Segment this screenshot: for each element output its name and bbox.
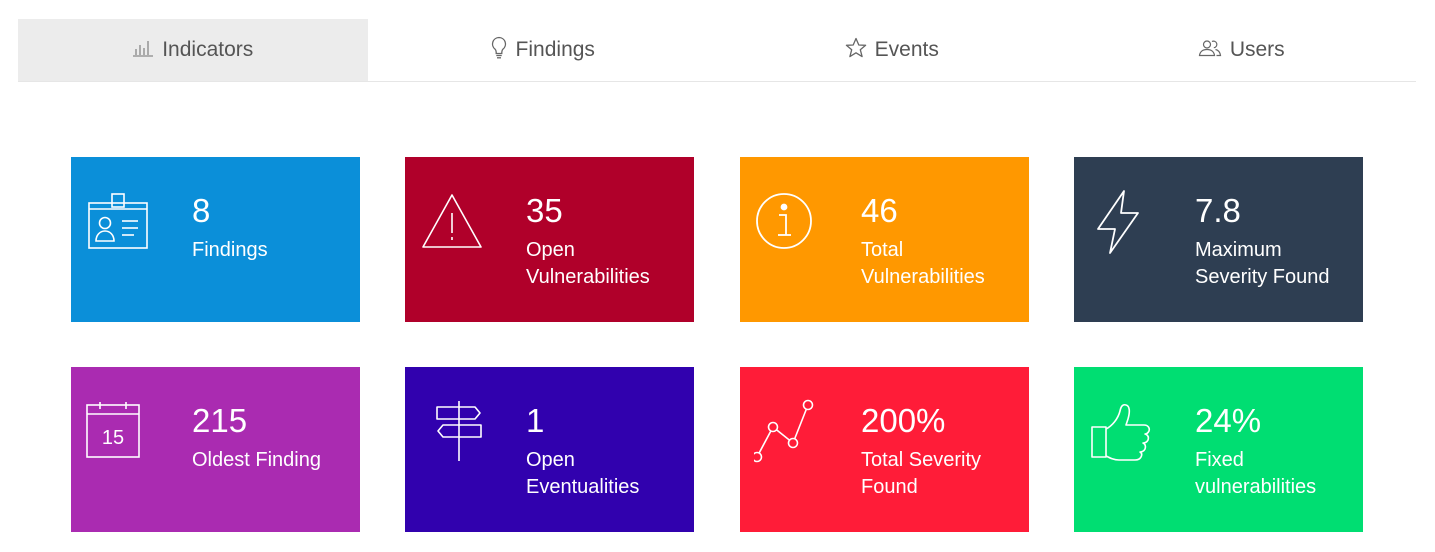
info-circle-icon [754, 189, 820, 255]
oldest-finding-card[interactable]: 15 215 Oldest Finding [71, 367, 360, 532]
total-severity-card[interactable]: 200% Total Severity Found [740, 367, 1029, 532]
oldest-finding-value: 215 [192, 402, 248, 439]
lightning-bolt-icon [1088, 189, 1154, 255]
tab-findings[interactable]: Findings [368, 19, 718, 81]
total-severity-value: 200% [861, 402, 946, 439]
maximum-severity-card[interactable]: 7.8 Maximum Severity Found [1074, 157, 1363, 322]
tab-findings-label: Findings [515, 38, 595, 61]
thumbs-up-icon [1088, 399, 1154, 465]
tab-indicators[interactable]: Indicators [18, 19, 368, 81]
total-vulnerabilities-value: 46 [861, 192, 898, 229]
open-eventualities-value: 1 [526, 402, 545, 439]
tab-users[interactable]: Users [1067, 19, 1417, 81]
bar-chart-icon [132, 39, 154, 57]
tab-bar: Indicators Findings Events Users [18, 19, 1416, 82]
warning-triangle-icon [419, 189, 485, 255]
tab-indicators-label: Indicators [162, 38, 254, 61]
tab-events[interactable]: Events [717, 19, 1067, 81]
lightbulb-icon [490, 36, 508, 60]
id-badge-icon [85, 189, 151, 255]
tab-users-label: Users [1229, 38, 1285, 61]
fixed-vulnerabilities-card[interactable]: 24% Fixed vulnerabilities [1074, 367, 1363, 532]
open-vulnerabilities-card[interactable]: 35 Open Vulnerabilities [405, 157, 694, 322]
total-vulnerabilities-card[interactable]: 46 Total Vulnerabilities [740, 157, 1029, 322]
findings-value: 8 [192, 192, 211, 229]
open-vulnerabilities-label: Open Vulnerabilities [526, 239, 650, 288]
fixed-vulnerabilities-value: 24% [1195, 402, 1262, 439]
fixed-vulnerabilities-label: Fixed vulnerabilities [1195, 449, 1317, 498]
tab-events-label: Events [874, 38, 939, 61]
star-icon [845, 37, 867, 59]
calendar-icon-text: 15 [102, 427, 124, 449]
signpost-icon [419, 399, 485, 465]
maximum-severity-value: 7.8 [1195, 192, 1241, 229]
line-graph-icon [754, 399, 820, 465]
findings-label: Findings [192, 239, 268, 261]
total-vulnerabilities-label: Total Vulnerabilities [861, 239, 985, 288]
open-eventualities-label: Open Eventualities [526, 449, 640, 498]
maximum-severity-label: Maximum Severity Found [1195, 239, 1330, 288]
open-vulnerabilities-value: 35 [526, 192, 563, 229]
calendar-icon: 15 [85, 399, 151, 465]
findings-card[interactable]: 8 Findings [71, 157, 360, 322]
open-eventualities-card[interactable]: 1 Open Eventualities [405, 367, 694, 532]
total-severity-label: Total Severity Found [861, 449, 982, 498]
users-icon [1198, 39, 1222, 57]
oldest-finding-label: Oldest Finding [192, 449, 321, 471]
